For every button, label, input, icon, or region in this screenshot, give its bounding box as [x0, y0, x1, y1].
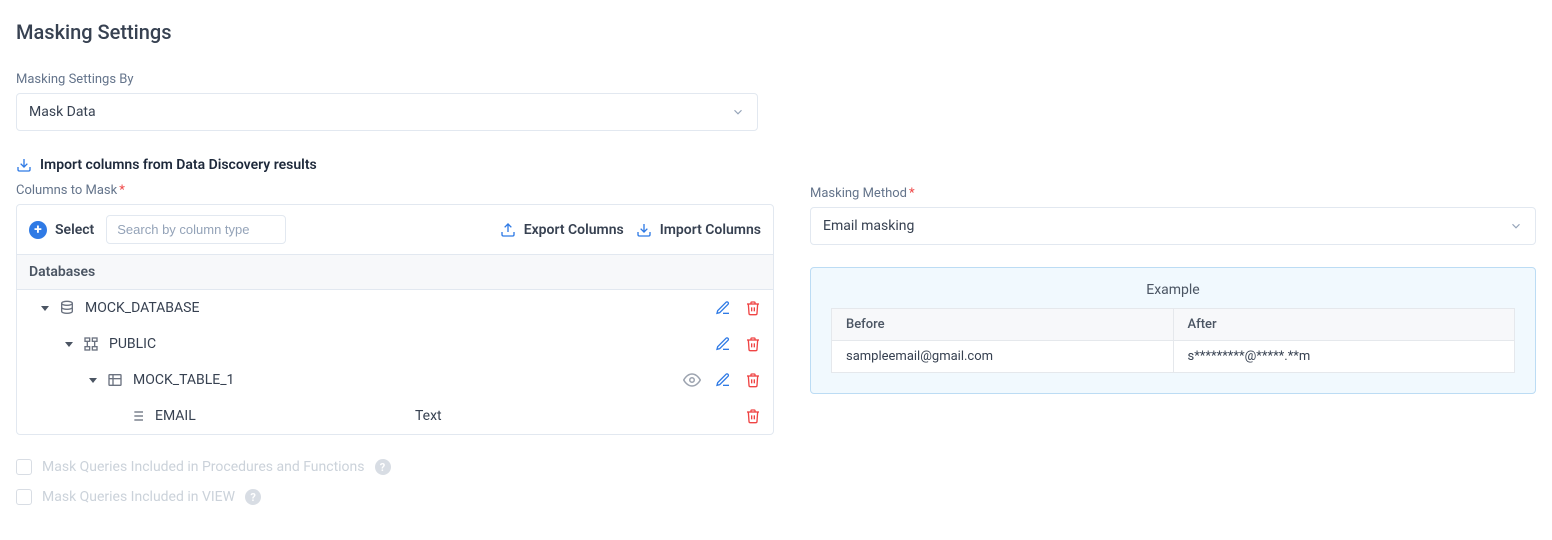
tree-row-schema[interactable]: PUBLIC: [17, 326, 773, 362]
example-row: sampleemail@gmail.com s*********@*****.*…: [832, 341, 1515, 373]
edit-database-button[interactable]: [715, 300, 731, 316]
schema-icon: [83, 336, 99, 352]
masking-by-label: Masking Settings By: [16, 72, 774, 87]
caret-down-icon: [41, 306, 49, 311]
select-button[interactable]: + Select: [29, 221, 94, 239]
masking-method-dropdown[interactable]: Email masking: [810, 207, 1536, 245]
example-table: Before After sampleemail@gmail.com s****…: [831, 308, 1515, 373]
schema-name: PUBLIC: [109, 336, 156, 352]
edit-table-button[interactable]: [715, 372, 731, 388]
import-from-discovery-label: Import columns from Data Discovery resul…: [40, 157, 317, 173]
columns-to-mask-label: Columns to Mask*: [16, 183, 774, 198]
database-name: MOCK_DATABASE: [85, 300, 199, 316]
help-icon[interactable]: ?: [375, 459, 391, 475]
checkbox-icon: [16, 489, 32, 505]
upload-icon: [500, 222, 516, 238]
delete-database-button[interactable]: [745, 300, 761, 316]
masking-by-value: Mask Data: [29, 104, 96, 120]
download-icon: [636, 222, 652, 238]
example-before-header: Before: [832, 309, 1174, 341]
tree-row-column[interactable]: EMAIL Text: [17, 398, 773, 434]
search-input[interactable]: [106, 215, 286, 244]
table-name: MOCK_TABLE_1: [133, 372, 234, 388]
masking-by-dropdown[interactable]: Mask Data: [16, 93, 758, 131]
export-columns-label: Export Columns: [524, 222, 624, 238]
columns-panel: + Select Export Columns Import Columns: [16, 204, 774, 435]
delete-schema-button[interactable]: [745, 336, 761, 352]
masking-method-label: Masking Method*: [810, 186, 1536, 201]
delete-column-button[interactable]: [745, 408, 761, 424]
import-columns-button[interactable]: Import Columns: [636, 222, 761, 238]
checkbox-icon: [16, 459, 32, 475]
database-icon: [59, 300, 75, 316]
example-before-value: sampleemail@gmail.com: [832, 341, 1174, 373]
mask-views-label: Mask Queries Included in VIEW: [42, 489, 235, 505]
column-type: Text: [415, 408, 442, 424]
columns-toolbar: + Select Export Columns Import Columns: [17, 205, 773, 254]
page-title: Masking Settings: [16, 20, 1536, 44]
import-columns-label: Import Columns: [660, 222, 761, 238]
example-after-header: After: [1173, 309, 1515, 341]
caret-down-icon: [65, 342, 73, 347]
plus-icon: +: [29, 221, 47, 239]
delete-table-button[interactable]: [745, 372, 761, 388]
tree-row-database[interactable]: MOCK_DATABASE: [17, 290, 773, 326]
column-icon: [129, 408, 145, 424]
tree-row-table[interactable]: MOCK_TABLE_1: [17, 362, 773, 398]
example-panel: Example Before After sampleemail@gmail.c…: [810, 267, 1536, 394]
mask-procs-label: Mask Queries Included in Procedures and …: [42, 459, 365, 475]
mask-procs-checkbox-row[interactable]: Mask Queries Included in Procedures and …: [16, 459, 774, 475]
download-icon: [16, 157, 32, 173]
databases-header: Databases: [17, 254, 773, 290]
caret-down-icon: [89, 378, 97, 383]
chevron-down-icon: [731, 105, 745, 119]
view-table-button[interactable]: [683, 371, 701, 389]
help-icon[interactable]: ?: [245, 489, 261, 505]
mask-views-checkbox-row[interactable]: Mask Queries Included in VIEW ?: [16, 489, 774, 505]
example-after-value: s*********@*****.**m: [1173, 341, 1515, 373]
masking-method-value: Email masking: [823, 218, 914, 234]
import-from-discovery-link[interactable]: Import columns from Data Discovery resul…: [16, 157, 774, 173]
edit-schema-button[interactable]: [715, 336, 731, 352]
column-name: EMAIL: [155, 408, 415, 424]
chevron-down-icon: [1509, 219, 1523, 233]
export-columns-button[interactable]: Export Columns: [500, 222, 624, 238]
example-title: Example: [831, 282, 1515, 298]
select-button-label: Select: [55, 222, 94, 238]
table-icon: [107, 372, 123, 388]
